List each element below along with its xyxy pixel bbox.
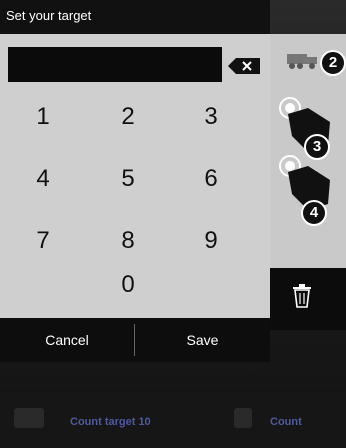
key-6[interactable]: 6 (186, 162, 236, 196)
truck-icon[interactable] (286, 50, 320, 70)
key-3[interactable]: 3 (186, 100, 236, 134)
key-8[interactable]: 8 (103, 224, 153, 258)
backspace-icon[interactable] (228, 58, 260, 74)
count-target-label: Count target 10 (70, 416, 151, 428)
key-2[interactable]: 2 (103, 100, 153, 134)
dialog-button-bar: Cancel Save (0, 318, 270, 362)
counter-small-icon (234, 408, 252, 428)
cancel-button[interactable]: Cancel (0, 318, 134, 362)
key-0[interactable]: 0 (103, 268, 153, 302)
dialog-title: Set your target (6, 8, 92, 23)
key-9[interactable]: 9 (186, 224, 236, 258)
trash-icon[interactable] (291, 284, 313, 308)
key-1[interactable]: 1 (18, 100, 68, 134)
target-input[interactable] (8, 47, 222, 82)
save-button[interactable]: Save (135, 318, 270, 362)
step-badge-2: 2 (320, 50, 346, 76)
truck-small-icon (14, 408, 44, 428)
dialog-title-bar: Set your target (0, 0, 270, 34)
count-label: Count (270, 416, 302, 428)
key-4[interactable]: 4 (18, 162, 68, 196)
step-badge-4: 4 (301, 200, 327, 226)
key-5[interactable]: 5 (103, 162, 153, 196)
key-7[interactable]: 7 (18, 224, 68, 258)
